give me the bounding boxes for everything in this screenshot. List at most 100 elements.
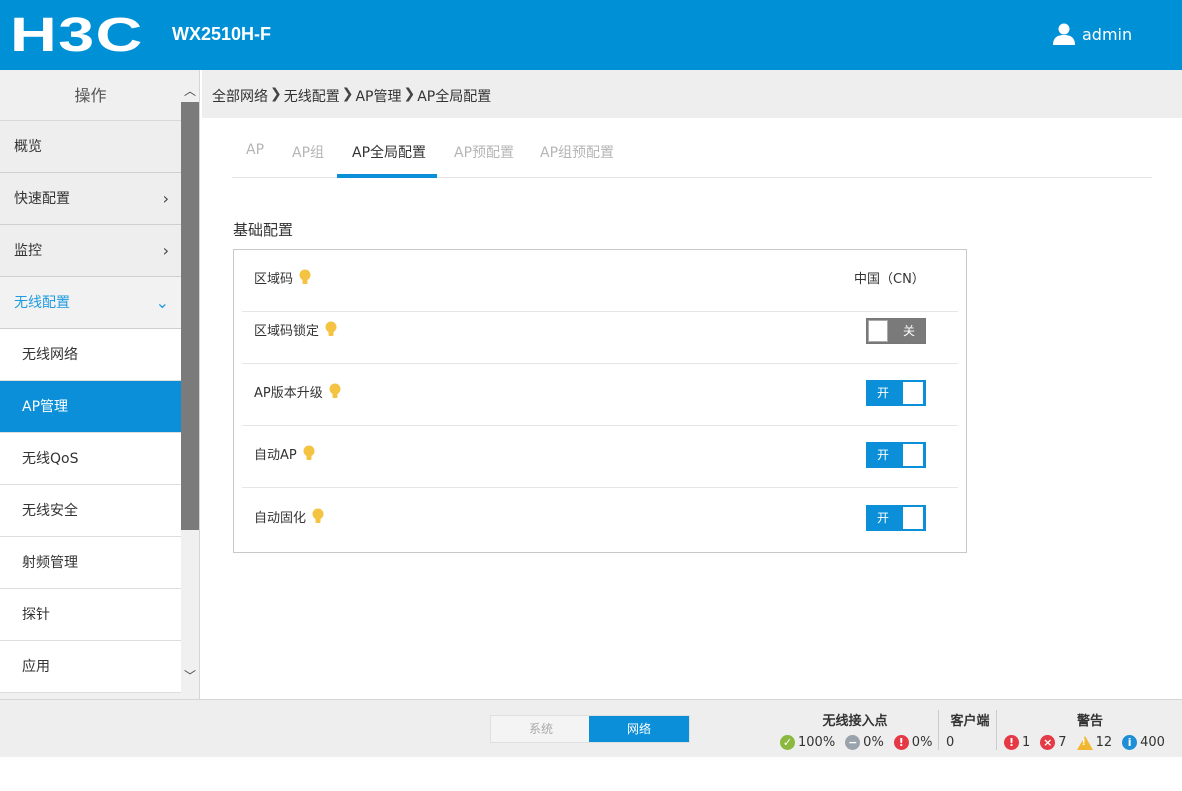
device-model: WX2510H-F bbox=[172, 24, 272, 44]
error-x-icon: × bbox=[1040, 735, 1056, 750]
breadcrumb-item[interactable]: 无线配置 bbox=[284, 86, 340, 106]
tab-ap-preconfig[interactable]: AP预配置 bbox=[454, 142, 514, 162]
toggle-label: 开 bbox=[877, 386, 890, 400]
sidebar-item-quick-config[interactable]: 快速配置 › bbox=[0, 173, 181, 225]
ap-error-value: 0% bbox=[911, 735, 933, 750]
ap-disabled-value: 0% bbox=[863, 735, 884, 750]
toggle-knob bbox=[903, 444, 923, 466]
user-menu[interactable]: admin bbox=[1052, 22, 1132, 46]
breadcrumb-separator-icon: ❯ bbox=[403, 86, 416, 102]
breadcrumb-bar: 全部网络 ❯ 无线配置 ❯ AP管理 ❯ AP全局配置 bbox=[202, 70, 1182, 118]
client-status-title: 客户端 bbox=[950, 714, 990, 729]
ap-status-title: 无线接入点 bbox=[822, 714, 888, 729]
sidebar-item-label: 应用 bbox=[22, 659, 50, 675]
breadcrumb: 全部网络 ❯ 无线配置 ❯ AP管理 ❯ AP全局配置 bbox=[212, 86, 491, 106]
region-code-value: 中国（CN） bbox=[854, 272, 925, 287]
row-label: 区域码锁定 bbox=[254, 320, 337, 339]
alert-critical-value: 1 bbox=[1022, 735, 1031, 750]
toggle-knob bbox=[903, 507, 923, 529]
sidebar-title: 操作 bbox=[0, 70, 181, 121]
client-count[interactable]: 0 bbox=[946, 735, 954, 750]
auto-persist-toggle[interactable]: 开 bbox=[866, 505, 926, 531]
row-label-text: AP版本升级 bbox=[254, 386, 323, 401]
chevron-right-icon: › bbox=[162, 189, 169, 208]
sidebar-item-label: 无线QoS bbox=[22, 451, 79, 467]
sidebar-item-overview[interactable]: 概览 bbox=[0, 121, 181, 173]
username: admin bbox=[1082, 24, 1133, 44]
config-row-region-lock: 区域码锁定 关 bbox=[242, 302, 958, 364]
tab-ap-group-preconfig[interactable]: AP组预配置 bbox=[540, 142, 614, 162]
alert-status-group: 警告 ! 1 × 7 ! 12 i 400 bbox=[1004, 710, 1176, 750]
alert-warning-stat[interactable]: ! 12 bbox=[1076, 735, 1112, 750]
logo-text: H3C bbox=[10, 9, 144, 62]
scroll-up-icon[interactable]: ︿ bbox=[181, 82, 199, 100]
page-bottom bbox=[0, 757, 1182, 791]
row-label: 自动固化 bbox=[254, 507, 324, 526]
breadcrumb-item[interactable]: AP管理 bbox=[355, 86, 401, 106]
status-footer: 系统 网络 无线接入点 ✓ 100% − 0% ! 0% 客户端 0 警告 ! … bbox=[0, 699, 1182, 757]
alert-status-row: ! 1 × 7 ! 12 i 400 bbox=[1004, 735, 1176, 750]
error-icon: ! bbox=[893, 735, 909, 750]
view-switch[interactable]: 系统 网络 bbox=[490, 715, 690, 743]
disabled-icon: − bbox=[845, 735, 861, 750]
user-icon bbox=[1053, 23, 1075, 45]
sidebar-item-wireless-config[interactable]: 无线配置 ⌄ bbox=[0, 277, 181, 329]
auto-ap-toggle[interactable]: 开 bbox=[866, 442, 926, 468]
sidebar-subitem-radio-management[interactable]: 射频管理 bbox=[0, 537, 181, 589]
ap-disabled-stat[interactable]: − 0% bbox=[845, 735, 884, 750]
ap-status-group: 无线接入点 ✓ 100% − 0% ! 0% bbox=[780, 710, 933, 750]
sidebar-subitem-probe[interactable]: 探针 bbox=[0, 589, 181, 641]
tab-ap-group[interactable]: AP组 bbox=[292, 142, 324, 162]
config-row-auto-ap: 自动AP 开 bbox=[242, 426, 958, 488]
lightbulb-icon[interactable] bbox=[312, 508, 324, 525]
client-status-group: 客户端 0 bbox=[946, 710, 994, 750]
sidebar-subitem-wireless-qos[interactable]: 无线QoS bbox=[0, 433, 181, 485]
alert-status-title: 警告 bbox=[1076, 714, 1103, 729]
toggle-label: 开 bbox=[877, 511, 890, 525]
alert-critical-stat[interactable]: ! 1 bbox=[1004, 735, 1030, 750]
sidebar: 操作 概览 快速配置 › 监控 › 无线配置 ⌄ 无线网络 AP管理 无线QoS… bbox=[0, 70, 200, 699]
switch-system[interactable]: 系统 bbox=[491, 716, 591, 742]
sidebar-item-monitor[interactable]: 监控 › bbox=[0, 225, 181, 277]
alert-info-stat[interactable]: i 400 bbox=[1122, 735, 1165, 750]
toggle-knob bbox=[868, 320, 888, 342]
sidebar-subitem-ap-management[interactable]: AP管理 bbox=[0, 381, 181, 433]
alert-error-stat[interactable]: × 7 bbox=[1040, 735, 1067, 750]
sidebar-subitem-wireless-network[interactable]: 无线网络 bbox=[0, 329, 181, 381]
lightbulb-icon[interactable] bbox=[325, 321, 337, 338]
row-label: AP版本升级 bbox=[254, 382, 341, 401]
breadcrumb-separator-icon: ❯ bbox=[341, 86, 354, 102]
lightbulb-icon[interactable] bbox=[299, 269, 311, 286]
footer-divider bbox=[938, 710, 939, 750]
lightbulb-icon[interactable] bbox=[303, 445, 315, 462]
row-label: 自动AP bbox=[254, 444, 315, 463]
scroll-down-icon[interactable]: ﹀ bbox=[181, 667, 199, 685]
row-label: 区域码 bbox=[254, 268, 311, 287]
ap-upgrade-toggle[interactable]: 开 bbox=[866, 380, 926, 406]
sidebar-item-label: 无线安全 bbox=[22, 503, 78, 519]
ap-status-row: ✓ 100% − 0% ! 0% bbox=[780, 735, 933, 750]
region-lock-toggle[interactable]: 关 bbox=[866, 318, 926, 344]
tab-ap-global-config[interactable]: AP全局配置 bbox=[352, 142, 426, 162]
ap-online-stat[interactable]: ✓ 100% bbox=[780, 735, 835, 750]
tab-ap[interactable]: AP bbox=[246, 142, 264, 158]
breadcrumb-item: AP全局配置 bbox=[417, 89, 492, 105]
active-tab-indicator bbox=[337, 174, 437, 178]
row-label-text: 区域码 bbox=[254, 272, 294, 287]
sidebar-item-label: 无线网络 bbox=[22, 347, 78, 363]
lightbulb-icon[interactable] bbox=[329, 383, 341, 400]
ap-error-stat[interactable]: ! 0% bbox=[893, 735, 933, 750]
sidebar-subitem-application[interactable]: 应用 bbox=[0, 641, 181, 693]
sidebar-subitem-wireless-security[interactable]: 无线安全 bbox=[0, 485, 181, 537]
breadcrumb-item[interactable]: 全部网络 bbox=[212, 86, 268, 106]
sidebar-item-label: 概览 bbox=[14, 139, 42, 155]
config-row-ap-upgrade: AP版本升级 开 bbox=[242, 364, 958, 426]
toggle-label: 开 bbox=[877, 448, 890, 462]
sidebar-item-label: AP管理 bbox=[22, 399, 69, 415]
sidebar-scroll-thumb[interactable] bbox=[181, 102, 199, 530]
tab-bar: AP AP组 AP全局配置 AP预配置 AP组预配置 bbox=[232, 128, 1152, 178]
sidebar-item-label: 快速配置 bbox=[14, 191, 70, 207]
switch-network[interactable]: 网络 bbox=[589, 716, 689, 742]
warning-icon: ! bbox=[1076, 735, 1093, 750]
alert-info-value: 400 bbox=[1140, 735, 1165, 750]
